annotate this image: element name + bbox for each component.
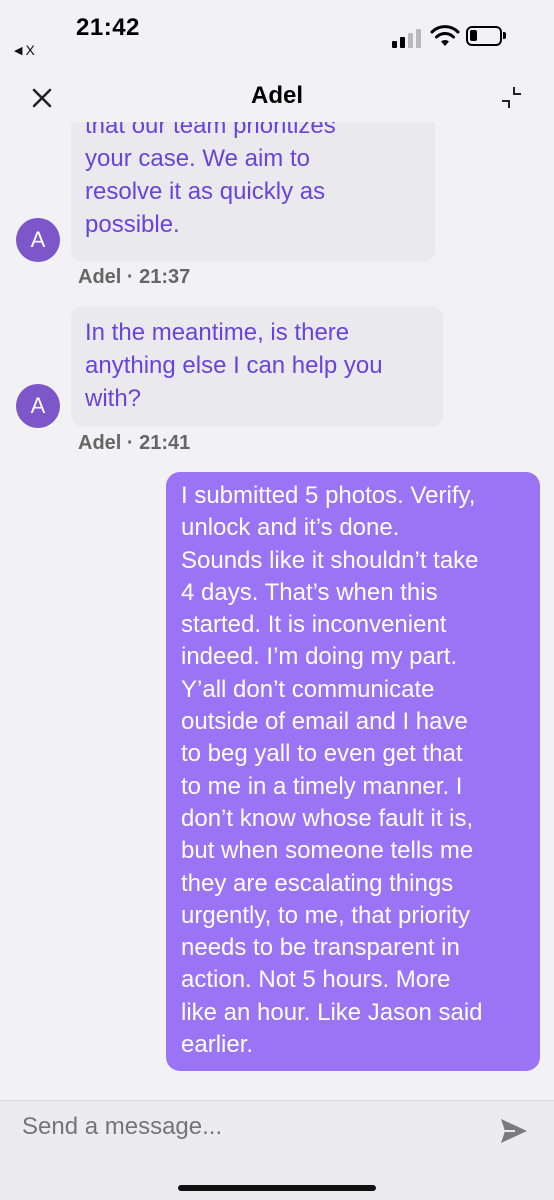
wifi-icon [430, 25, 460, 46]
message-line: Y’all don’t communicate [181, 675, 435, 703]
message-line: indeed. I’m doing my part. [181, 643, 458, 671]
user-message-bubble: I submitted 5 photos. Verify, unlock and… [166, 472, 540, 1072]
message-line: with? [85, 385, 142, 412]
message-line: Sounds like it shouldn’t take [181, 546, 479, 574]
message-line: action. Not 5 hours. More [181, 966, 451, 994]
message-line: needs to be transparent in [181, 934, 460, 962]
chat-title: Adel [250, 82, 303, 109]
back-to-app-link[interactable]: ◀ X [14, 42, 35, 58]
status-time: 21:42 [76, 14, 140, 41]
back-app-label: X [25, 42, 35, 58]
cellular-signal-icon [392, 28, 424, 48]
message-line: that our team prioritizes [85, 122, 336, 139]
battery-icon [466, 26, 506, 46]
message-line: resolve it as quickly as [85, 178, 326, 205]
chat-screen: 21:42 ◀ X Adel that our team prioritizes… [0, 0, 554, 1200]
agent-message-bubble: In the meantime, is there anything else … [71, 306, 443, 427]
message-meta: Adel · 21:37 [78, 266, 191, 288]
message-line: possible. [85, 211, 180, 238]
message-meta: Adel · 21:41 [78, 432, 191, 454]
message-line: earlier. [181, 1031, 254, 1059]
message-line: 4 days. That’s when this [181, 578, 438, 606]
message-line: they are escalating things [181, 869, 454, 897]
message-line: your case. We aim to [85, 145, 310, 172]
send-icon[interactable] [498, 1115, 530, 1147]
message-input[interactable] [22, 1113, 462, 1141]
message-line: like an hour. Like Jason said [181, 998, 483, 1026]
message-composer [0, 1100, 554, 1200]
message-list[interactable]: that our team prioritizes your case. We … [0, 122, 554, 1100]
minimize-icon[interactable] [498, 84, 526, 112]
message-line: but when someone tells me [181, 837, 474, 865]
agent-avatar: A [16, 218, 60, 262]
message-line: In the meantime, is there [85, 319, 350, 346]
agent-avatar: A [16, 384, 60, 428]
message-line: to beg yall to even get that [181, 740, 463, 768]
back-triangle-icon: ◀ [14, 44, 23, 57]
message-line: urgently, to me, that priority [181, 901, 471, 929]
message-line: anything else I can help you [85, 352, 383, 379]
message-line: outside of email and I have [181, 708, 468, 736]
message-line: unlock and it’s done. [181, 514, 400, 542]
agent-message-bubble: that our team prioritizes your case. We … [71, 122, 435, 262]
home-indicator [178, 1185, 376, 1191]
status-bar: 21:42 ◀ X [0, 0, 554, 72]
message-line: to me in a timely manner. I [181, 772, 463, 800]
chat-header: Adel [0, 72, 554, 122]
message-line: don’t know whose fault it is, [181, 804, 474, 832]
message-line: started. It is inconvenient [181, 611, 447, 639]
message-line: I submitted 5 photos. Verify, [181, 482, 476, 509]
